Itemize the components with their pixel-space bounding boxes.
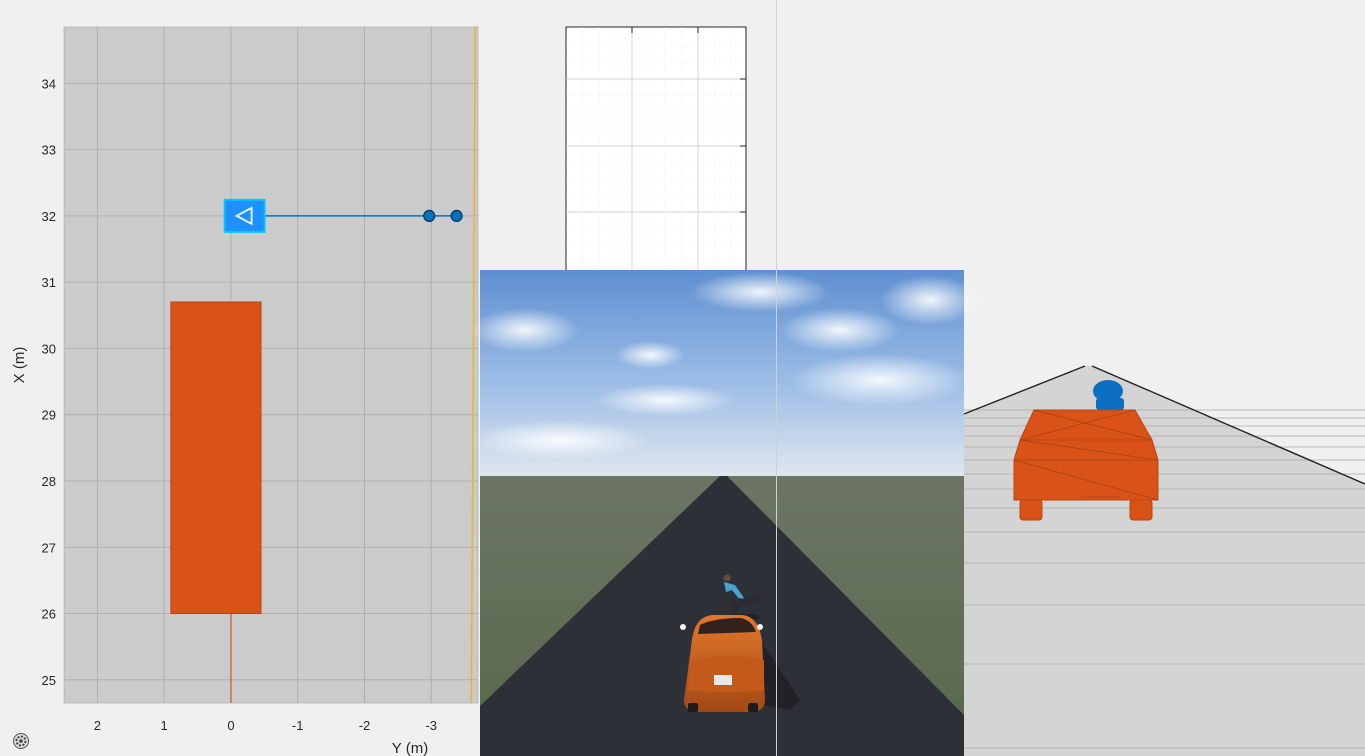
ego-vehicle-box [170,301,262,615]
chase-view-3d[interactable] [964,365,1365,756]
gear-icon [13,733,29,749]
x-tick-label: -1 [292,718,304,733]
y-tick-labels: 25 26 27 28 29 30 31 32 33 34 [42,76,56,687]
detection-point [423,209,436,222]
y-tick-label: 29 [42,408,56,423]
figure-canvas: 2 1 0 -1 -2 -3 25 26 27 28 29 30 31 32 33 34 Y (m) X (… [11,26,1365,756]
y-tick-label: 33 [42,143,56,158]
bird-eye-plot[interactable]: 2 1 0 -1 -2 -3 25 26 27 28 29 30 31 32 33 34 Y (m) X (… [11,26,479,756]
figure-tools-button[interactable] [10,730,32,752]
y-tick-label: 28 [42,474,56,489]
x-tick-label: 1 [161,718,168,733]
y-tick-label: 30 [42,341,56,356]
x-tick-labels: 2 1 0 -1 -2 -3 [94,718,437,733]
x-tick-label: -3 [425,718,437,733]
x-tick-label: -2 [359,718,371,733]
y-axis-label: X (m) [11,347,28,384]
y-tick-label: 34 [42,76,56,91]
y-tick-label: 31 [42,275,56,290]
plot-area[interactable] [64,27,478,703]
y-tick-label: 32 [42,209,56,224]
detection-panel [565,26,747,273]
x-tick-label: 0 [227,718,234,733]
y-tick-label: 25 [42,673,56,688]
y-tick-label: 27 [42,540,56,555]
panel-divider[interactable] [776,0,777,756]
detection-point [450,209,463,222]
track-marker [223,198,266,233]
camera-view [470,270,980,756]
x-axis-label: Y (m) [392,740,428,756]
y-tick-label: 26 [42,607,56,622]
x-tick-label: 2 [94,718,101,733]
